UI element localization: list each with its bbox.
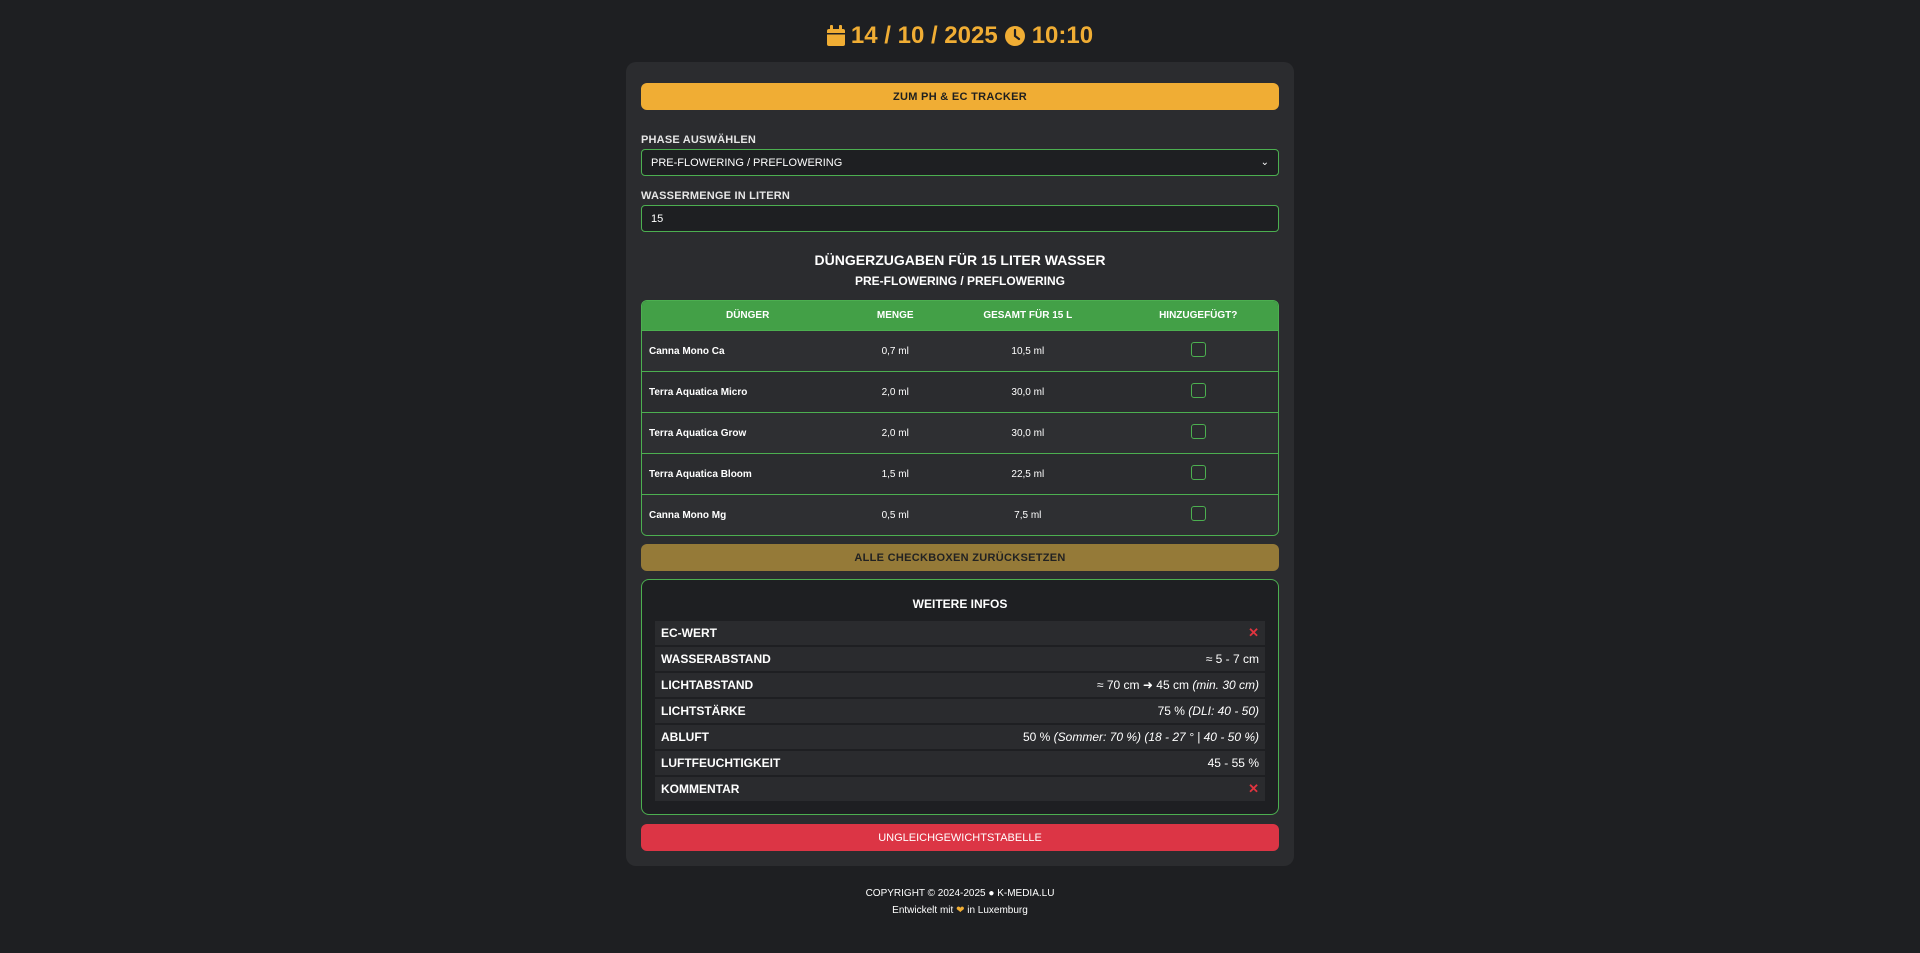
fertilizer-table: DÜNGER MENGE GESAMT FÜR 15 L HINZUGEFÜGT… — [641, 300, 1279, 536]
water-amount-value: 15 — [651, 212, 664, 225]
info-value: 75 % (DLI: 40 - 50) — [1157, 704, 1259, 718]
fertilizer-name: Terra Aquatica Grow — [649, 427, 747, 439]
fertilizer-amount: 0,5 ml — [881, 509, 909, 521]
fertilizer-amount: 2,0 ml — [881, 427, 909, 439]
arrow-right-icon: ➜ — [1142, 678, 1153, 692]
footer-made-with: Entwickelt mit ❤ in Luxemburg — [892, 905, 1028, 916]
fertilizer-amount: 1,5 ml — [881, 468, 909, 480]
fertilizer-amount: 2,0 ml — [881, 386, 909, 398]
info-value: ≈ 5 - 7 cm — [1205, 652, 1259, 666]
info-key: LICHTSTÄRKE — [661, 704, 746, 718]
imbalance-table-button[interactable]: UNGLEICHGEWICHTSTABELLE — [641, 824, 1279, 851]
added-checkbox[interactable] — [1190, 382, 1206, 398]
info-value: 50 % (Sommer: 70 %) (18 - 27 ° | 40 - 50… — [1022, 730, 1259, 744]
close-icon: ✕ — [1248, 781, 1259, 796]
table-row: Canna Mono Ca 0,7 ml 10,5 ml — [642, 330, 1278, 371]
footer-copyright: COPYRIGHT © 2024-2025 ● K-MEDIA.LU — [865, 888, 1055, 899]
info-row-light-distance: LICHTABSTAND ≈ 70 cm ➜ 45 cm (min. 30 cm… — [655, 673, 1265, 697]
info-key: KOMMENTAR — [661, 782, 740, 796]
chevron-down-icon: ⌄ — [1260, 157, 1269, 168]
info-row-ec: EC-WERT ✕ — [655, 621, 1265, 645]
info-panel: WEITERE INFOS EC-WERT ✕ WASSERABSTAND ≈ … — [641, 579, 1279, 815]
info-row-humidity: LUFTFEUCHTIGKEIT 45 - 55 % — [655, 751, 1265, 775]
calendar-icon — [826, 25, 845, 47]
fertilizer-name: Terra Aquatica Micro — [649, 386, 748, 398]
info-value: ≈ 70 cm ➜ 45 cm (min. 30 cm) — [1096, 678, 1259, 692]
added-checkbox[interactable] — [1190, 505, 1206, 521]
table-row: Terra Aquatica Grow 2,0 ml 30,0 ml — [642, 412, 1278, 453]
info-key: EC-WERT — [661, 626, 717, 640]
info-key: WASSERABSTAND — [661, 652, 771, 666]
header-amount: MENGE — [876, 310, 914, 321]
header-added: HINZUGEFÜGT? — [1159, 310, 1238, 321]
fertilizer-total: 7,5 ml — [1014, 509, 1042, 521]
header-fertilizer: DÜNGER — [725, 310, 770, 321]
info-key: LICHTABSTAND — [661, 678, 754, 692]
ph-ec-tracker-button[interactable]: ZUM PH & EC TRACKER — [641, 83, 1279, 110]
info-title: WEITERE INFOS — [912, 597, 1008, 611]
fertilizer-total: 30,0 ml — [1011, 427, 1045, 439]
fertilizer-name: Terra Aquatica Bloom — [649, 468, 752, 480]
phase-selected-value: PRE-FLOWERING / PREFLOWERING — [651, 156, 843, 169]
phase-select[interactable]: PRE-FLOWERING / PREFLOWERING ⌄ — [641, 149, 1279, 176]
fertilizer-total: 22,5 ml — [1011, 468, 1045, 480]
info-row-exhaust: ABLUFT 50 % (Sommer: 70 %) (18 - 27 ° | … — [655, 725, 1265, 749]
date-text: 14 / 10 / 2025 — [850, 22, 998, 49]
date-time-header: 14 / 10 / 2025 10:10 — [0, 22, 1920, 50]
info-row-water-distance: WASSERABSTAND ≈ 5 - 7 cm — [655, 647, 1265, 671]
added-checkbox[interactable] — [1190, 423, 1206, 439]
clock-icon — [1004, 25, 1026, 47]
fertilizer-total: 30,0 ml — [1011, 386, 1045, 398]
water-label: WASSERMENGE IN LITERN — [641, 190, 791, 202]
water-amount-input[interactable]: 15 — [641, 205, 1279, 232]
info-row-comment: KOMMENTAR ✕ — [655, 777, 1265, 801]
reset-checkboxes-button[interactable]: ALLE CHECKBOXEN ZURÜCKSETZEN — [641, 544, 1279, 571]
info-value: 45 - 55 % — [1207, 756, 1259, 770]
info-key: ABLUFT — [661, 730, 709, 744]
table-row: Terra Aquatica Micro 2,0 ml 30,0 ml — [642, 371, 1278, 412]
fertilizer-total: 10,5 ml — [1011, 345, 1045, 357]
info-key: LUFTFEUCHTIGKEIT — [661, 756, 781, 770]
table-row: Terra Aquatica Bloom 1,5 ml 22,5 ml — [642, 453, 1278, 494]
phase-label: PHASE AUSWÄHLEN — [641, 134, 757, 146]
table-header: DÜNGER MENGE GESAMT FÜR 15 L HINZUGEFÜGT… — [642, 301, 1278, 330]
added-checkbox[interactable] — [1190, 341, 1206, 357]
fertilizer-amount: 0,7 ml — [881, 345, 909, 357]
close-icon: ✕ — [1248, 625, 1259, 640]
header-total: GESAMT FÜR 15 L — [983, 310, 1073, 321]
fertilizer-name: Canna Mono Mg — [649, 509, 727, 521]
section-title: DÜNGERZUGABEN FÜR 15 LITER WASSER — [814, 252, 1106, 268]
section-subtitle: PRE-FLOWERING / PREFLOWERING — [855, 274, 1065, 288]
added-checkbox[interactable] — [1190, 464, 1206, 480]
table-row: Canna Mono Mg 0,5 ml 7,5 ml — [642, 494, 1278, 535]
time-text: 10:10 — [1031, 22, 1094, 49]
main-card: ZUM PH & EC TRACKER PHASE AUSWÄHLEN PRE-… — [626, 62, 1294, 866]
fertilizer-name: Canna Mono Ca — [649, 345, 725, 357]
info-row-light-intensity: LICHTSTÄRKE 75 % (DLI: 40 - 50) — [655, 699, 1265, 723]
heart-icon: ❤ — [956, 905, 965, 916]
